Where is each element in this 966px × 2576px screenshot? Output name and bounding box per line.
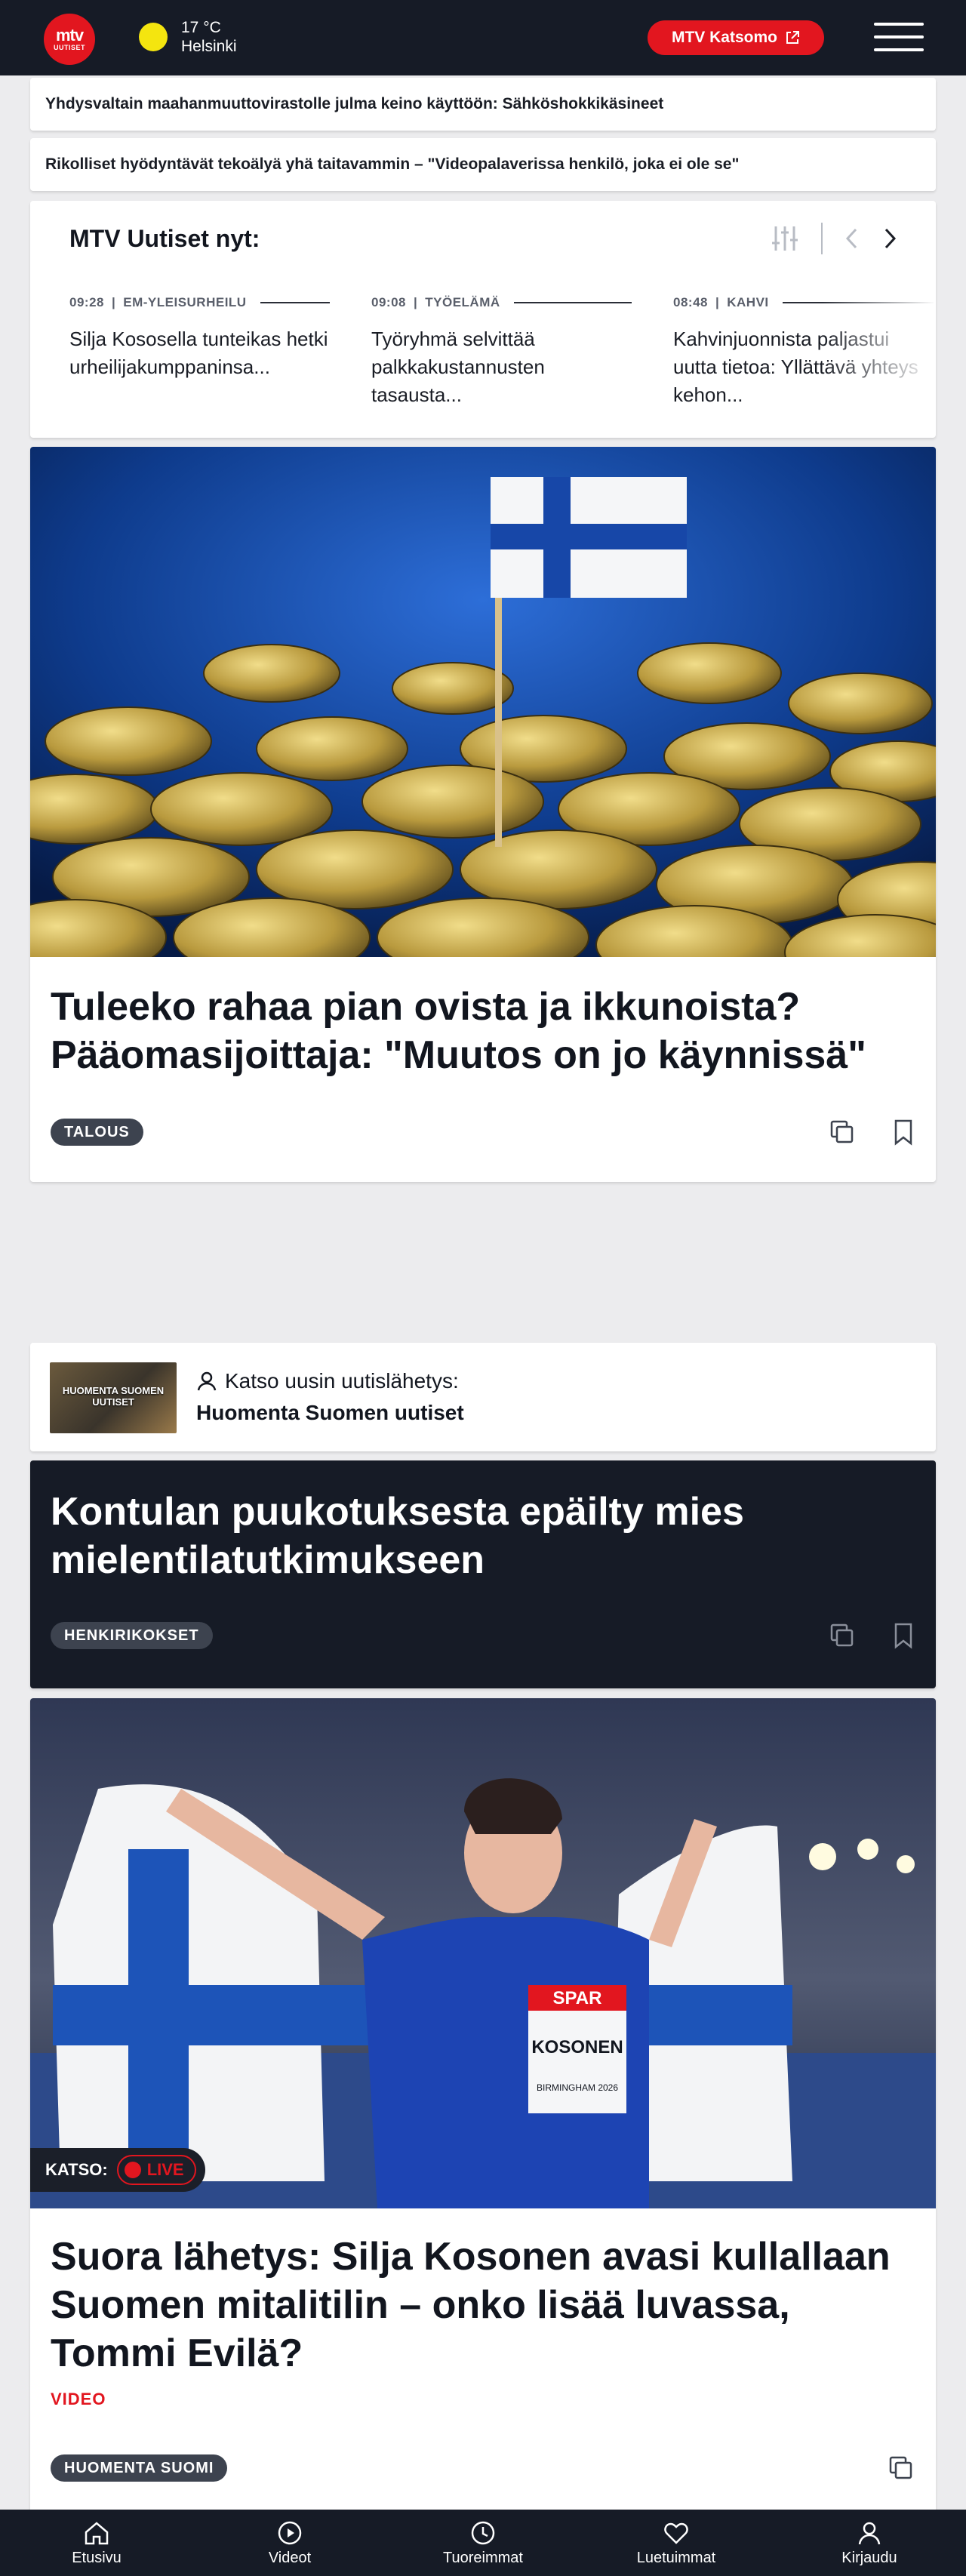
filter-sliders-icon[interactable] [770,223,800,254]
news-now-item[interactable]: 09:28 | EM-YLEISURHEILU Silja Kososella … [69,295,330,381]
katsomo-label: MTV Katsomo [671,29,777,46]
play-circle-icon [278,2521,302,2544]
headline-link-2[interactable]: Rikolliset hyödyntävät tekoälyä yhä tait… [30,138,936,191]
nav-label: Kirjaudu [841,2549,897,2566]
item-category: KAHVI [727,295,769,309]
bib-name: KOSONEN [531,2037,623,2057]
news-now-title: MTV Uutiset nyt: [69,225,260,252]
chevron-left-icon[interactable] [844,227,860,250]
broadcast-thumbnail: HUOMENTA SUOMEN UUTISET [50,1362,177,1433]
item-text: Silja Kososella tunteikas hetki urheilij… [69,328,328,378]
headline-link-1[interactable]: Yhdysvaltain maahanmuuttovirastolle julm… [30,78,936,131]
bib-brand: SPAR [553,1988,602,2008]
user-icon [197,1371,217,1391]
article-title[interactable]: Suora lähetys: Silja Kosonen avasi kulla… [51,2233,911,2377]
logo-main-text: mtv [55,26,84,45]
hamburger-menu-icon[interactable] [874,21,927,53]
city: Helsinki [181,38,237,55]
heart-icon [664,2522,688,2544]
top-header: mtv UUTISET 17 °C Helsinki MTV Katsomo [0,0,966,75]
thumbnail-text: HUOMENTA SUOMEN UUTISET [62,1385,165,1408]
nav-label: Videot [268,2549,312,2566]
bib-city: BIRMINGHAM 2026 [537,2082,618,2093]
user-icon [858,2522,881,2544]
item-category: TYÖELÄMÄ [425,295,500,309]
dark-article[interactable]: Kontulan puukotuksesta epäilty mies miel… [30,1460,936,1688]
clock-icon [471,2521,495,2544]
bottom-navigation: Etusivu Videot Tuoreimmat Luetuimmat Kir… [0,2510,966,2576]
live-pill: LIVE [116,2155,196,2185]
watch-live-badge[interactable]: KATSO: LIVE [30,2148,205,2192]
logo-sub-text: UUTISET [53,44,85,51]
latest-broadcast-card[interactable]: HUOMENTA SUOMEN UUTISET Katso uusin uuti… [30,1343,936,1451]
watch-label: KATSO: [45,2160,108,2179]
control-divider [821,223,823,254]
home-icon [85,2521,109,2544]
live-label: LIVE [146,2160,184,2179]
item-time: 09:08 [371,295,406,309]
copy-icon[interactable] [829,1119,856,1146]
headline-text: Yhdysvaltain maahanmuuttovirastolle julm… [45,95,664,112]
nav-latest[interactable]: Tuoreimmat [415,2519,551,2567]
temperature: 17 °C [181,19,221,36]
sun-icon [139,23,168,51]
weather-widget[interactable]: 17 °C Helsinki [139,18,237,56]
bookmark-icon[interactable] [892,1622,915,1649]
article-title[interactable]: Kontulan puukotuksesta epäilty mies miel… [51,1488,911,1584]
broadcast-show-name: Huomenta Suomen uutiset [196,1401,464,1424]
nav-most-read[interactable]: Luetuimmat [608,2519,744,2567]
news-now-item[interactable]: 09:08 | TYÖELÄMÄ Työryhmä selvittää palk… [371,295,632,409]
nav-login[interactable]: Kirjaudu [801,2519,937,2567]
hero-article[interactable]: Tuleeko rahaa pian ovista ja ikkunoista?… [30,447,936,1182]
bookmark-icon[interactable] [892,1119,915,1146]
article-title[interactable]: Tuleeko rahaa pian ovista ja ikkunoista?… [51,983,911,1079]
chevron-right-icon[interactable] [881,227,898,250]
mtv-katsomo-button[interactable]: MTV Katsomo [648,20,824,55]
broadcast-label: Katso uusin uutislähetys: [225,1369,459,1393]
athlete-image: SPAR KOSONEN BIRMINGHAM 2026 [30,1698,936,2208]
copy-icon[interactable] [829,1622,856,1649]
copy-icon[interactable] [888,2454,915,2482]
live-article[interactable]: SPAR KOSONEN BIRMINGHAM 2026 KATSO: LIVE… [30,1698,936,2544]
nav-label: Etusivu [72,2549,122,2566]
hero-image [30,447,936,957]
category-tag[interactable]: HUOMENTA SUOMI [51,2454,228,2482]
item-category: EM-YLEISURHEILU [123,295,247,309]
nav-label: Tuoreimmat [443,2549,523,2566]
headline-text: Rikolliset hyödyntävät tekoälyä yhä tait… [45,155,740,173]
nav-videos[interactable]: Videot [222,2519,358,2567]
item-time: 08:48 [673,295,708,309]
nav-label: Luetuimmat [636,2549,716,2566]
video-label: VIDEO [51,2390,106,2408]
carousel-fade [823,284,936,435]
category-tag[interactable]: TALOUS [51,1119,143,1146]
external-link-icon [786,31,799,44]
item-time: 09:28 [69,295,104,309]
item-text: Työryhmä selvittää palkkakustannusten ta… [371,328,545,406]
category-tag[interactable]: HENKIRIKOKSET [51,1622,213,1649]
live-dot-icon [124,2162,141,2178]
news-now-carousel: MTV Uutiset nyt: 09:28 | EM-YLEISURHEILU… [30,201,936,438]
nav-home[interactable]: Etusivu [29,2519,165,2567]
mtv-uutiset-logo[interactable]: mtv UUTISET [44,14,95,65]
